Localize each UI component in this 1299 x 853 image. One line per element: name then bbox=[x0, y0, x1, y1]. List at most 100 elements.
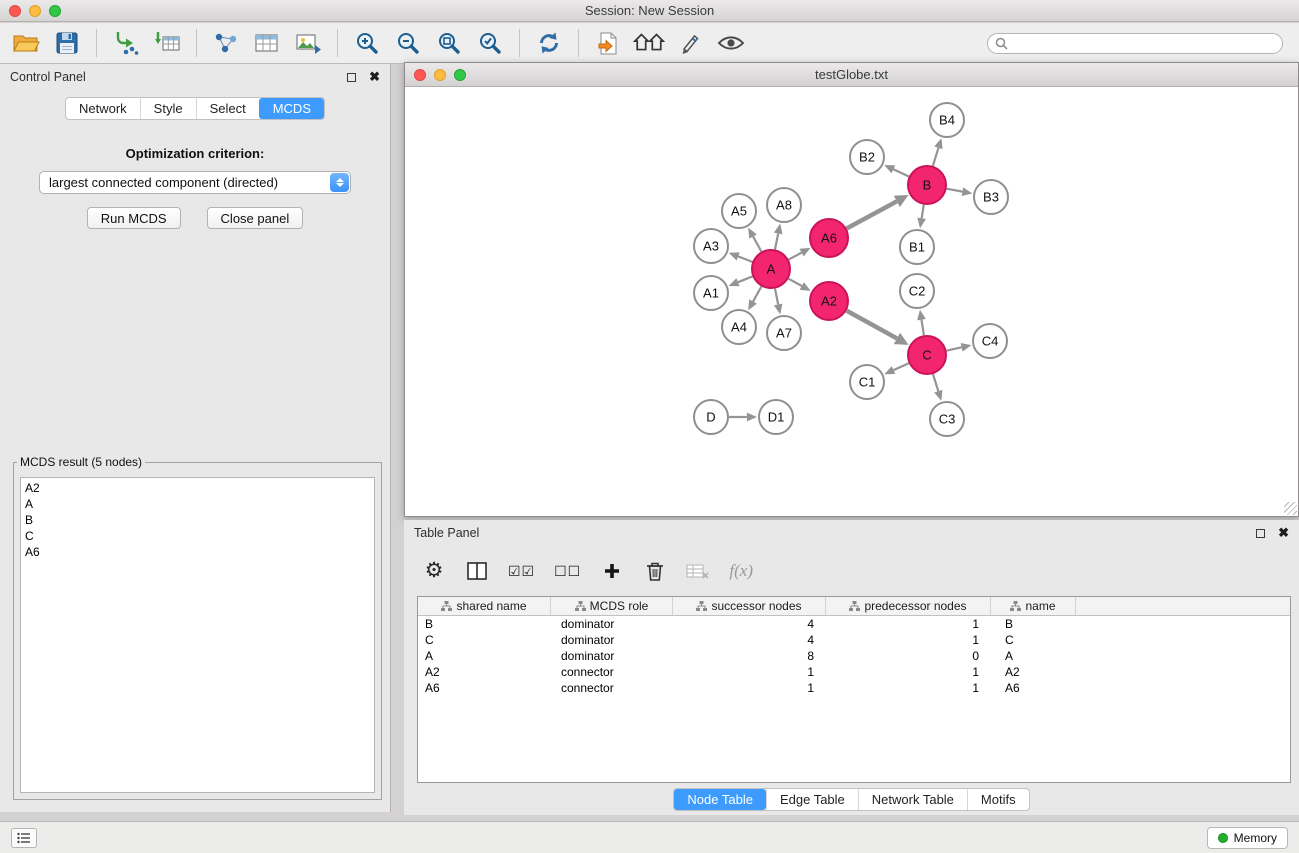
graph-node-C[interactable]: C bbox=[908, 336, 946, 374]
graph-node-A7[interactable]: A7 bbox=[767, 316, 801, 350]
tab-motifs[interactable]: Motifs bbox=[967, 789, 1029, 810]
zoom-in-icon[interactable] bbox=[351, 27, 383, 59]
graph-node-A5[interactable]: A5 bbox=[722, 194, 756, 228]
graph-node-B4[interactable]: B4 bbox=[930, 103, 964, 137]
open-session-icon[interactable] bbox=[10, 27, 42, 59]
export-image-icon[interactable] bbox=[292, 27, 324, 59]
mcds-result-list[interactable]: A2ABCA6 bbox=[20, 477, 375, 793]
mcds-result-item[interactable]: C bbox=[25, 528, 370, 544]
graph-edge-A-A7[interactable] bbox=[775, 289, 778, 305]
graph-node-A4[interactable]: A4 bbox=[722, 310, 756, 344]
table-row[interactable]: Bdominator41B bbox=[418, 616, 1290, 632]
graph-node-A3[interactable]: A3 bbox=[694, 229, 728, 263]
graph-node-A8[interactable]: A8 bbox=[767, 188, 801, 222]
annotation-pen-icon[interactable] bbox=[674, 27, 706, 59]
apply-layout-icon[interactable] bbox=[533, 27, 565, 59]
tab-edge-table[interactable]: Edge Table bbox=[766, 789, 858, 810]
deselect-all-icon[interactable]: ☐☐ bbox=[554, 557, 581, 585]
network-maximize-icon[interactable] bbox=[454, 69, 466, 81]
graph-node-A6[interactable]: A6 bbox=[810, 219, 848, 257]
import-table-icon[interactable] bbox=[151, 27, 183, 59]
graph-edge-A-A3[interactable] bbox=[738, 256, 752, 261]
network-graph[interactable]: B4 B2 B B3 A5 A8 A6 B1 A3 A C2 A1 A2 A4 A7 C4 C C1 C3 D D1 bbox=[405, 87, 1298, 516]
new-network-icon[interactable] bbox=[210, 27, 242, 59]
table-row[interactable]: A6connector11A6 bbox=[418, 680, 1290, 696]
function-builder-icon[interactable]: f(x) bbox=[729, 557, 753, 585]
graph-node-C2[interactable]: C2 bbox=[900, 274, 934, 308]
graph-edge-A-A4[interactable] bbox=[753, 287, 761, 302]
maximize-window-icon[interactable] bbox=[49, 5, 61, 17]
criterion-dropdown[interactable]: largest connected component (directed) bbox=[39, 171, 351, 194]
new-table-icon[interactable] bbox=[251, 27, 283, 59]
table-row[interactable]: Adominator80A bbox=[418, 648, 1290, 664]
graph-edge-C-C3[interactable] bbox=[933, 374, 938, 391]
column-header-successor-nodes[interactable]: successor nodes bbox=[673, 597, 826, 615]
columns-icon[interactable] bbox=[465, 557, 489, 585]
mcds-result-item[interactable]: A2 bbox=[25, 480, 370, 496]
mcds-result-item[interactable]: B bbox=[25, 512, 370, 528]
graph-edge-A-A2[interactable] bbox=[789, 279, 802, 286]
zoom-out-icon[interactable] bbox=[392, 27, 424, 59]
tab-mcds[interactable]: MCDS bbox=[259, 98, 324, 119]
graph-edge-C-C4[interactable] bbox=[947, 347, 962, 350]
graph-edge-B-B3[interactable] bbox=[947, 189, 963, 192]
open-recent-document-icon[interactable] bbox=[592, 27, 624, 59]
tab-network-table[interactable]: Network Table bbox=[858, 789, 967, 810]
mcds-result-item[interactable]: A bbox=[25, 496, 370, 512]
graph-edge-A-A6[interactable] bbox=[789, 253, 802, 260]
network-minimize-icon[interactable] bbox=[434, 69, 446, 81]
houses-icon[interactable] bbox=[633, 27, 665, 59]
graph-node-D1[interactable]: D1 bbox=[759, 400, 793, 434]
delete-icon[interactable] bbox=[643, 557, 667, 585]
zoom-fit-icon[interactable] bbox=[433, 27, 465, 59]
table-row[interactable]: A2connector11A2 bbox=[418, 664, 1290, 680]
graph-node-A2[interactable]: A2 bbox=[810, 282, 848, 320]
memory-button[interactable]: Memory bbox=[1207, 827, 1288, 849]
graph-node-A[interactable]: A bbox=[752, 250, 790, 288]
graph-node-B1[interactable]: B1 bbox=[900, 230, 934, 264]
search-input[interactable] bbox=[987, 33, 1283, 54]
graph-node-B[interactable]: B bbox=[908, 166, 946, 204]
column-header-shared-name[interactable]: shared name bbox=[418, 597, 551, 615]
graph-edge-C-C1[interactable] bbox=[894, 363, 909, 370]
network-canvas[interactable]: B4 B2 B B3 A5 A8 A6 B1 A3 A C2 A1 A2 A4 A7 C4 C C1 C3 D D1 bbox=[405, 87, 1298, 516]
float-table-panel-icon[interactable] bbox=[1256, 529, 1265, 538]
graph-edge-A-A1[interactable] bbox=[738, 276, 752, 282]
add-icon[interactable] bbox=[600, 557, 624, 585]
graph-node-C1[interactable]: C1 bbox=[850, 365, 884, 399]
column-header-name[interactable]: name bbox=[991, 597, 1076, 615]
task-history-button[interactable] bbox=[11, 828, 37, 848]
close-table-panel-icon[interactable]: ✖ bbox=[1278, 528, 1289, 538]
graph-node-A1[interactable]: A1 bbox=[694, 276, 728, 310]
graph-node-C4[interactable]: C4 bbox=[973, 324, 1007, 358]
close-panel-icon[interactable]: ✖ bbox=[369, 72, 380, 82]
graph-edge-B-B4[interactable] bbox=[933, 148, 939, 166]
graph-edge-B-B2[interactable] bbox=[893, 169, 909, 176]
gear-icon[interactable]: ⚙ bbox=[422, 557, 446, 585]
tab-select[interactable]: Select bbox=[196, 98, 259, 119]
graph-node-C3[interactable]: C3 bbox=[930, 402, 964, 436]
graph-edge-A6-B[interactable] bbox=[847, 201, 897, 228]
graph-edge-A2-C[interactable] bbox=[847, 311, 897, 339]
zoom-selected-icon[interactable] bbox=[474, 27, 506, 59]
graph-edge-A-A8[interactable] bbox=[775, 233, 778, 249]
graph-node-B3[interactable]: B3 bbox=[974, 180, 1008, 214]
graph-node-B2[interactable]: B2 bbox=[850, 140, 884, 174]
column-header-MCDS-role[interactable]: MCDS role bbox=[551, 597, 673, 615]
show-hide-eye-icon[interactable] bbox=[715, 27, 747, 59]
minimize-window-icon[interactable] bbox=[29, 5, 41, 17]
close-panel-button[interactable]: Close panel bbox=[207, 207, 304, 229]
resize-grip-icon[interactable] bbox=[1284, 502, 1297, 515]
graph-edge-B-B1[interactable] bbox=[922, 205, 924, 219]
mcds-result-item[interactable]: A6 bbox=[25, 544, 370, 560]
save-session-icon[interactable] bbox=[51, 27, 83, 59]
graph-edge-C-C2[interactable] bbox=[921, 320, 923, 336]
tab-network[interactable]: Network bbox=[66, 98, 140, 119]
graph-node-D[interactable]: D bbox=[694, 400, 728, 434]
float-panel-icon[interactable] bbox=[347, 73, 356, 82]
column-header-predecessor-nodes[interactable]: predecessor nodes bbox=[826, 597, 991, 615]
table-row[interactable]: Cdominator41C bbox=[418, 632, 1290, 648]
run-mcds-button[interactable]: Run MCDS bbox=[87, 207, 181, 229]
tab-node-table[interactable]: Node Table bbox=[674, 789, 766, 810]
network-close-icon[interactable] bbox=[414, 69, 426, 81]
